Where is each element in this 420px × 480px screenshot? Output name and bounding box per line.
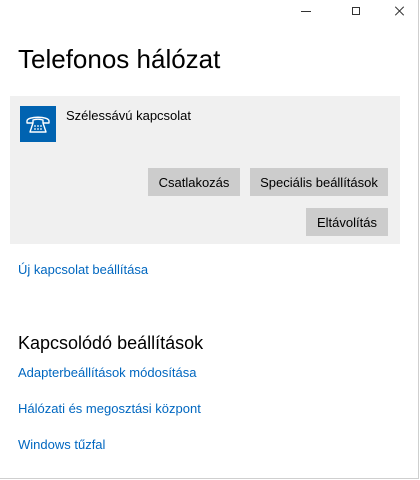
minimize-icon [301, 10, 311, 12]
minimize-button[interactable] [288, 0, 324, 22]
maximize-icon [352, 7, 360, 15]
connection-name: Szélessávú kapcsolat [66, 108, 192, 123]
new-connection-link[interactable]: Új kapcsolat beállítása [18, 262, 148, 277]
remove-button[interactable]: Eltávolítás [306, 208, 388, 236]
windows-firewall-link[interactable]: Windows tűzfal [18, 437, 105, 452]
close-icon [395, 6, 405, 16]
related-settings-title: Kapcsolódó beállítások [18, 333, 204, 353]
adapter-settings-link[interactable]: Adapterbeállítások módosítása [18, 365, 197, 380]
close-button[interactable] [382, 0, 418, 22]
network-sharing-center-link[interactable]: Hálózati és megosztási központ [18, 401, 201, 416]
connect-button[interactable]: Csatlakozás [148, 168, 240, 196]
page-title: Telefonos hálózat [18, 44, 221, 74]
settings-window: Telefonos hálózat Szélessávú kapcsolat C… [0, 0, 419, 479]
dialup-phone-icon [20, 106, 56, 142]
connection-panel[interactable]: Szélessávú kapcsolat Csatlakozás Speciál… [10, 96, 400, 244]
advanced-settings-button[interactable]: Speciális beállítások [250, 168, 388, 196]
maximize-button[interactable] [338, 0, 374, 22]
title-bar [0, 0, 418, 22]
